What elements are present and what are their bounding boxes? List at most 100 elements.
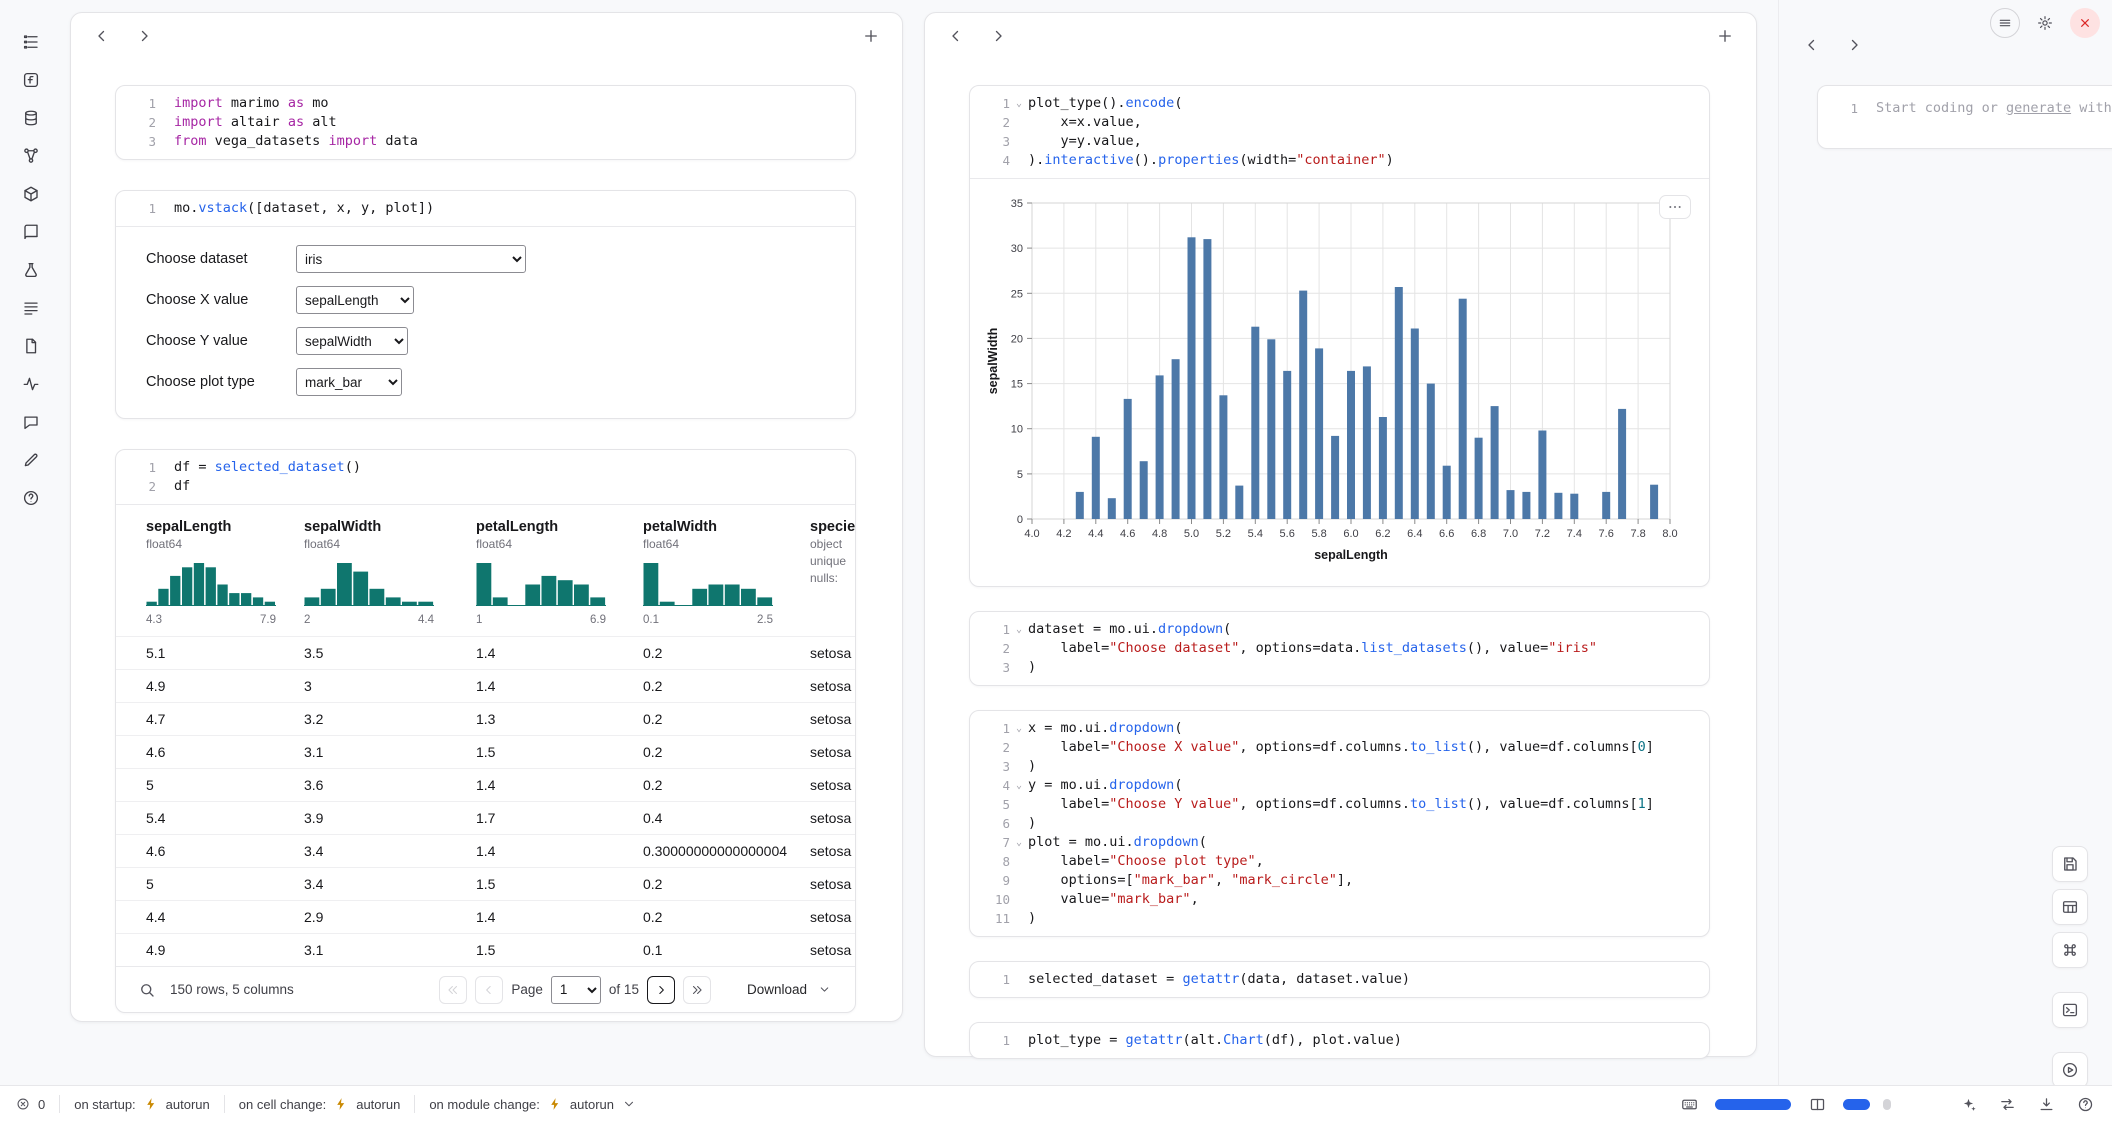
fold-chevron-icon[interactable]: ⌄: [1010, 719, 1028, 738]
code-line[interactable]: 1⌄x = mo.ui.dropdown(: [970, 719, 1697, 738]
code-editor-dataset[interactable]: 1⌄dataset = mo.ui.dropdown(2 label="Choo…: [970, 612, 1709, 685]
code-line[interactable]: 2df: [116, 477, 843, 496]
altair-bar-chart[interactable]: 4.04.24.44.64.85.05.25.45.65.86.06.26.46…: [984, 191, 1701, 578]
logs-icon[interactable]: [19, 296, 43, 320]
code-line[interactable]: 2import altair as alt: [116, 113, 843, 132]
code-line[interactable]: 5 label="Choose Y value", options=df.col…: [970, 795, 1697, 814]
table-panel-icon[interactable]: [2052, 889, 2088, 925]
chevron-left-icon[interactable]: [943, 23, 969, 49]
column-header-petalWidth[interactable]: petalWidthfloat640.12.5: [643, 519, 810, 626]
column-header-species[interactable]: speciesobjectuniquenulls:: [810, 519, 855, 626]
chevron-right-icon[interactable]: [985, 23, 1011, 49]
code-editor-controls[interactable]: 1⌄x = mo.ui.dropdown(2 label="Choose X v…: [970, 711, 1709, 936]
layout-icon[interactable]: [1804, 1091, 1830, 1117]
fold-chevron-icon[interactable]: ⌄: [1010, 620, 1028, 639]
snippets-icon[interactable]: [19, 372, 43, 396]
code-line[interactable]: 1import marimo as mo: [116, 94, 843, 113]
gear-icon[interactable]: [2030, 8, 2060, 38]
scratchpad-icon[interactable]: [19, 448, 43, 472]
code-editor-chart[interactable]: 1⌄plot_type().encode(2 x=x.value,3 y=y.v…: [970, 86, 1709, 178]
search-icon[interactable]: [134, 977, 160, 1003]
code-line[interactable]: 2 label="Choose dataset", options=data.l…: [970, 639, 1697, 658]
last-page-button[interactable]: [683, 976, 711, 1004]
code-line[interactable]: 8 label="Choose plot type",: [970, 852, 1697, 871]
table-row[interactable]: 53.61.40.2setosa: [116, 768, 855, 801]
chevron-right-icon[interactable]: [1841, 32, 1867, 58]
add-cell-button[interactable]: [1712, 23, 1738, 49]
dependency-graph-icon[interactable]: [19, 144, 43, 168]
next-page-button[interactable]: [647, 976, 675, 1004]
code-line[interactable]: 3 y=y.value,: [970, 132, 1697, 151]
save-icon[interactable]: [2052, 846, 2088, 882]
runtime-setting[interactable]: on startup:autorun: [74, 1095, 210, 1113]
empty-cell[interactable]: 1 Start coding or generate with AI: [1817, 85, 2112, 149]
menu-icon[interactable]: [1990, 8, 2020, 38]
code-line[interactable]: 3): [970, 658, 1697, 677]
choose-y-value-dropdown[interactable]: sepalWidth: [296, 327, 408, 355]
choose-dataset-dropdown[interactable]: iris: [296, 245, 526, 273]
code-line[interactable]: 1plot_type = getattr(alt.Chart(df), plot…: [970, 1031, 1697, 1050]
errors-indicator[interactable]: 0: [14, 1095, 45, 1113]
close-icon[interactable]: [2070, 8, 2100, 38]
column-header-petalLength[interactable]: petalLengthfloat6416.9: [476, 519, 643, 626]
chevron-left-icon[interactable]: [1799, 32, 1825, 58]
code-line[interactable]: 4⌄y = mo.ui.dropdown(: [970, 776, 1697, 795]
code-line[interactable]: 3from vega_datasets import data: [116, 132, 843, 151]
table-row[interactable]: 4.93.11.50.1setosa: [116, 933, 855, 966]
choose-x-value-dropdown[interactable]: sepalLength: [296, 286, 414, 314]
code-line[interactable]: 2 label="Choose X value", options=df.col…: [970, 738, 1697, 757]
choose-plot-type-dropdown[interactable]: mark_bar: [296, 368, 402, 396]
add-cell-button[interactable]: [858, 23, 884, 49]
table-row[interactable]: 5.13.51.40.2setosa: [116, 636, 855, 669]
runtime-setting[interactable]: on cell change:autorun: [239, 1095, 401, 1113]
chevron-left-icon[interactable]: [89, 23, 115, 49]
code-line[interactable]: 3): [970, 757, 1697, 776]
file-icon[interactable]: [19, 334, 43, 358]
code-line[interactable]: 4).interactive().properties(width="conta…: [970, 151, 1697, 170]
console-icon[interactable]: [2052, 992, 2088, 1028]
chat-icon[interactable]: [19, 410, 43, 434]
code-editor-imports[interactable]: 1import marimo as mo2import altair as al…: [116, 86, 855, 159]
chart-menu-button[interactable]: [1659, 195, 1691, 219]
packages-icon[interactable]: [19, 182, 43, 206]
code-line[interactable]: 7⌄plot = mo.ui.dropdown(: [970, 833, 1697, 852]
code-editor-plottype[interactable]: 1plot_type = getattr(alt.Chart(df), plot…: [970, 1023, 1709, 1058]
page-select[interactable]: 1: [551, 976, 601, 1004]
column-header-sepalLength[interactable]: sepalLengthfloat644.37.9: [146, 519, 304, 626]
first-page-button[interactable]: [439, 976, 467, 1004]
table-row[interactable]: 4.42.91.40.2setosa: [116, 900, 855, 933]
runtime-setting[interactable]: on module change:autorun: [429, 1095, 638, 1113]
code-line[interactable]: 1⌄plot_type().encode(: [970, 94, 1697, 113]
ai-sparkles-icon[interactable]: [1955, 1091, 1981, 1117]
table-row[interactable]: 4.73.21.30.2setosa: [116, 702, 855, 735]
column-header-sepalWidth[interactable]: sepalWidthfloat6424.4: [304, 519, 476, 626]
code-line[interactable]: 2 x=x.value,: [970, 113, 1697, 132]
download-icon[interactable]: [2033, 1091, 2059, 1117]
run-icon[interactable]: [2052, 1052, 2088, 1088]
code-editor-dataframe[interactable]: 1df = selected_dataset()2df: [116, 450, 855, 504]
help-icon[interactable]: [19, 486, 43, 510]
generate-link[interactable]: generate: [2006, 100, 2071, 116]
code-line[interactable]: 1⌄dataset = mo.ui.dropdown(: [970, 620, 1697, 639]
code-placeholder[interactable]: Start coding or generate with AI: [1876, 99, 2112, 118]
table-row[interactable]: 4.63.11.50.2setosa: [116, 735, 855, 768]
table-row[interactable]: 53.41.50.2setosa: [116, 867, 855, 900]
fold-chevron-icon[interactable]: ⌄: [1010, 833, 1028, 852]
code-line[interactable]: 1selected_dataset = getattr(data, datase…: [970, 970, 1697, 989]
compare-arrows-icon[interactable]: [1994, 1091, 2020, 1117]
chevron-right-icon[interactable]: [131, 23, 157, 49]
table-row[interactable]: 4.931.40.2setosa: [116, 669, 855, 702]
code-line[interactable]: 6): [970, 814, 1697, 833]
code-editor-vstack[interactable]: 1mo.vstack([dataset, x, y, plot]): [116, 191, 855, 226]
command-palette-icon[interactable]: [2052, 932, 2088, 968]
table-of-contents-icon[interactable]: [19, 30, 43, 54]
functions-icon[interactable]: [19, 68, 43, 92]
help-icon[interactable]: [2072, 1091, 2098, 1117]
table-row[interactable]: 5.43.91.70.4setosa: [116, 801, 855, 834]
code-line[interactable]: 11): [970, 909, 1697, 928]
code-editor-selected[interactable]: 1selected_dataset = getattr(data, datase…: [970, 962, 1709, 997]
code-line[interactable]: 1df = selected_dataset(): [116, 458, 843, 477]
prev-page-button[interactable]: [475, 976, 503, 1004]
download-menu[interactable]: Download: [747, 977, 837, 1003]
documentation-icon[interactable]: [19, 220, 43, 244]
